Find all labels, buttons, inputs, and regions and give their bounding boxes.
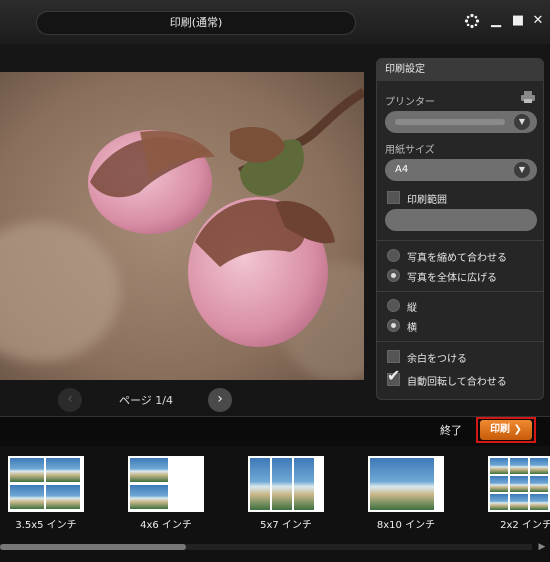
fit-shrink-label[interactable]: 写真を縮めて合わせる xyxy=(407,249,507,264)
divider xyxy=(377,240,543,241)
fit-fill-radio[interactable] xyxy=(387,269,400,282)
chevron-down-icon: ▼ xyxy=(514,114,530,130)
paper-size-label: 用紙サイズ xyxy=(385,145,435,156)
orientation-portrait-radio[interactable] xyxy=(387,299,400,312)
layout-label: 5x7 インチ xyxy=(260,520,312,531)
fit-shrink-radio[interactable] xyxy=(387,249,400,262)
printer-icon[interactable] xyxy=(521,91,535,103)
maximize-button[interactable]: ■ xyxy=(510,13,526,29)
fit-fill-label[interactable]: 写真を全体に広げる xyxy=(407,269,497,284)
panel-title: 印刷設定 xyxy=(377,59,543,81)
printer-select[interactable]: ▼ xyxy=(385,111,537,133)
title-bar: 印刷(通常) ▁ ■ ✕ xyxy=(0,0,550,44)
auto-rotate-label[interactable]: 自動回転して合わせる xyxy=(407,373,507,388)
minimize-button[interactable]: ▁ xyxy=(488,13,504,29)
print-settings-panel: 印刷設定 プリンター ▼ 用紙サイズ A4 ▼ 印刷範囲 写真を縮めて合わせる … xyxy=(376,58,544,400)
orientation-landscape-label[interactable]: 横 xyxy=(407,319,417,334)
quit-button[interactable]: 終了 xyxy=(440,422,462,438)
divider xyxy=(377,341,543,342)
print-button[interactable]: 印刷 ❯ xyxy=(480,420,532,440)
layout-label: 3.5x5 インチ xyxy=(15,520,77,531)
page-indicator: ページ 1/4 xyxy=(119,394,173,407)
layout-thumb-3x5[interactable] xyxy=(8,456,84,512)
scrollbar-thumb[interactable] xyxy=(0,544,186,550)
next-page-button[interactable]: › xyxy=(208,388,232,412)
layout-thumb-8x10[interactable] xyxy=(368,456,444,512)
layout-label: 8x10 インチ xyxy=(376,520,436,531)
paper-size-select[interactable]: A4 ▼ xyxy=(385,159,537,181)
sparkle-icon[interactable] xyxy=(464,13,480,29)
margin-label[interactable]: 余白をつける xyxy=(407,350,467,365)
margin-checkbox[interactable] xyxy=(387,350,400,363)
photo-preview xyxy=(0,72,364,380)
layout-thumb-5x7[interactable] xyxy=(248,456,324,512)
layout-thumb-4x6[interactable] xyxy=(128,456,204,512)
auto-rotate-checkbox[interactable]: ✔ xyxy=(387,368,400,386)
layout-label: 2x2 インチ xyxy=(500,520,550,531)
checkmark-icon: ✔ xyxy=(387,366,401,385)
print-range-label[interactable]: 印刷範囲 xyxy=(407,191,447,206)
window-title: 印刷(通常) xyxy=(36,11,356,35)
prev-page-button[interactable]: ‹ xyxy=(58,388,82,412)
printer-name-redacted xyxy=(395,119,505,125)
scroll-right-icon[interactable]: ▶ xyxy=(536,541,548,553)
close-button[interactable]: ✕ xyxy=(530,13,546,29)
orientation-portrait-label[interactable]: 縦 xyxy=(407,299,417,314)
layout-thumb-2x2[interactable] xyxy=(488,456,550,512)
layout-label: 4x6 インチ xyxy=(140,520,192,531)
print-range-checkbox[interactable] xyxy=(387,191,400,204)
action-bar xyxy=(0,416,550,446)
chevron-down-icon: ▼ xyxy=(514,162,530,178)
print-range-input[interactable] xyxy=(385,209,537,231)
divider xyxy=(377,291,543,292)
paper-size-value: A4 xyxy=(395,164,409,175)
printer-label: プリンター xyxy=(385,97,435,108)
orientation-landscape-radio[interactable] xyxy=(387,319,400,332)
